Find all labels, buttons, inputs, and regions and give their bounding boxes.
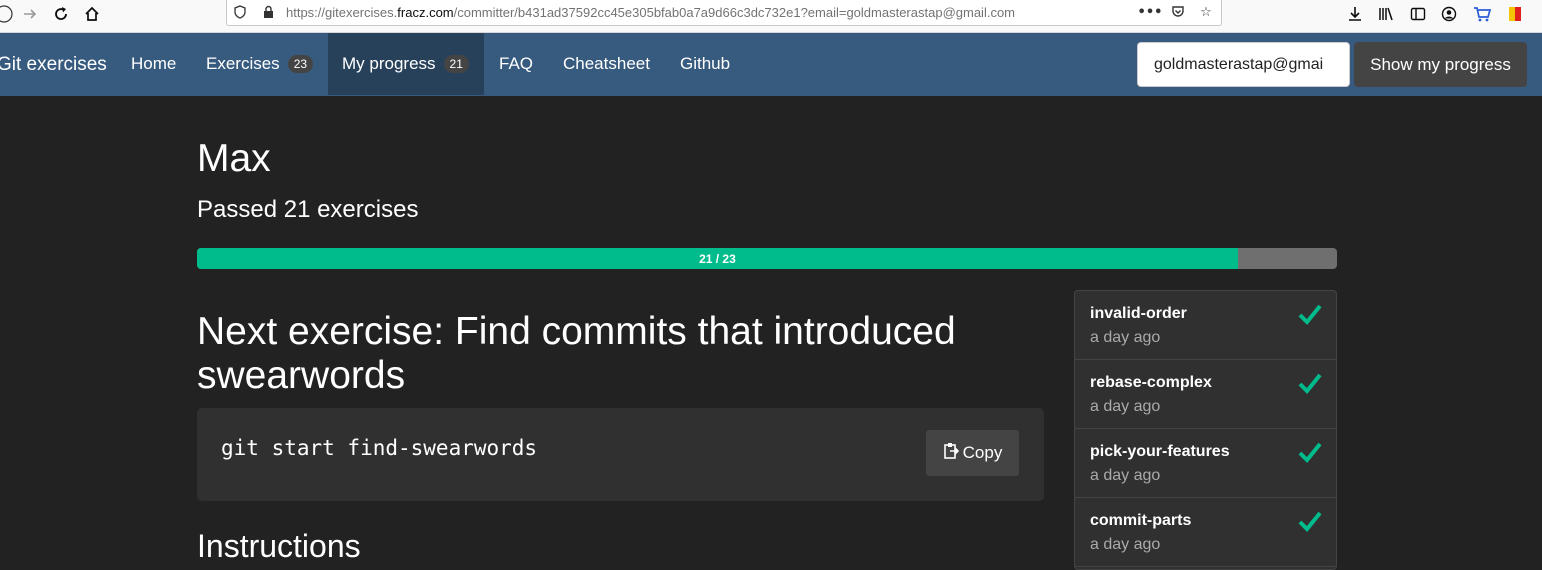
exercise-name: rebase-complex — [1090, 374, 1212, 391]
check-icon — [1298, 373, 1322, 394]
exercise-time: a day ago — [1090, 398, 1161, 415]
nav-faq[interactable]: FAQ — [484, 33, 548, 95]
home-icon[interactable] — [82, 4, 102, 24]
nav-github[interactable]: Github — [665, 33, 745, 95]
list-item[interactable]: invalid-order a day ago — [1075, 291, 1336, 360]
passed-count-text: Passed 21 exercises — [197, 196, 419, 223]
clipboard-icon — [943, 442, 959, 465]
brand-link[interactable]: Git exercises — [0, 54, 107, 76]
exercise-name: pick-your-features — [1090, 443, 1230, 460]
check-icon — [1298, 511, 1322, 532]
star-icon[interactable]: ☆ — [1197, 3, 1215, 21]
site-navbar: Git exercises Home Exercises 23 My progr… — [0, 33, 1542, 96]
forward-icon[interactable] — [20, 4, 40, 24]
download-icon[interactable] — [1345, 4, 1365, 24]
check-icon — [1298, 304, 1322, 325]
command-box: git start find-swearwords Copy — [197, 408, 1044, 501]
exercise-name: commit-parts — [1090, 512, 1192, 529]
passed-exercises-list: invalid-order a day ago rebase-complex a… — [1074, 290, 1337, 570]
list-item[interactable]: commit-parts a day ago — [1075, 498, 1336, 567]
exercise-time: a day ago — [1090, 329, 1161, 346]
lock-icon[interactable] — [259, 3, 277, 21]
start-command: git start find-swearwords — [221, 436, 538, 460]
browser-toolbar: https://gitexercises.fracz.com/committer… — [0, 0, 1542, 33]
list-item[interactable]: rebase-complex a day ago — [1075, 360, 1336, 429]
list-item[interactable]: pick-your-features a day ago — [1075, 429, 1336, 498]
progress-label: 21 / 23 — [699, 251, 736, 266]
cart-icon[interactable] — [1472, 4, 1492, 24]
instructions-heading: Instructions — [197, 528, 361, 564]
pocket-icon[interactable] — [1169, 3, 1187, 21]
sidebar-icon[interactable] — [1408, 4, 1428, 24]
nav-my-progress[interactable]: My progress 21 — [328, 33, 484, 95]
reload-icon[interactable] — [51, 4, 71, 24]
nav-cheatsheet-label: Cheatsheet — [563, 54, 650, 73]
shield-icon[interactable] — [231, 3, 249, 21]
show-my-progress-button[interactable]: Show my progress — [1354, 42, 1527, 87]
nav-github-label: Github — [680, 54, 731, 73]
exercises-count-badge: 23 — [287, 55, 314, 73]
exercise-time: a day ago — [1090, 467, 1161, 484]
nav-cheatsheet[interactable]: Cheatsheet — [548, 33, 665, 95]
exercise-name: invalid-order — [1090, 305, 1187, 322]
copy-button[interactable]: Copy — [926, 430, 1019, 476]
next-exercise-title: Next exercise: Find commits that introdu… — [197, 310, 956, 397]
nav-exercises-label: Exercises — [206, 54, 280, 73]
check-icon — [1298, 442, 1322, 463]
progress-bar: 21 / 23 — [197, 248, 1337, 269]
progress-count-badge: 21 — [443, 55, 469, 73]
progress-bar-fill: 21 / 23 — [197, 248, 1238, 269]
account-icon[interactable] — [1439, 4, 1459, 24]
nav-home[interactable]: Home — [116, 33, 191, 95]
url-bar[interactable]: https://gitexercises.fracz.com/committer… — [226, 0, 1222, 26]
exercise-time: a day ago — [1090, 536, 1161, 553]
nav-home-label: Home — [131, 54, 177, 73]
url-text[interactable]: https://gitexercises.fracz.com/committer… — [286, 5, 1015, 20]
nav-my-progress-label: My progress — [342, 54, 436, 73]
library-icon[interactable] — [1376, 4, 1396, 24]
more-icon[interactable]: ••• — [1138, 3, 1163, 21]
nav-faq-label: FAQ — [499, 54, 534, 73]
email-input[interactable] — [1137, 42, 1350, 87]
nav-exercises[interactable]: Exercises 23 — [191, 33, 328, 95]
copy-label: Copy — [962, 443, 1003, 462]
user-name: Max — [197, 137, 271, 180]
flag-icon[interactable] — [1505, 4, 1525, 24]
back-icon[interactable] — [0, 4, 14, 24]
